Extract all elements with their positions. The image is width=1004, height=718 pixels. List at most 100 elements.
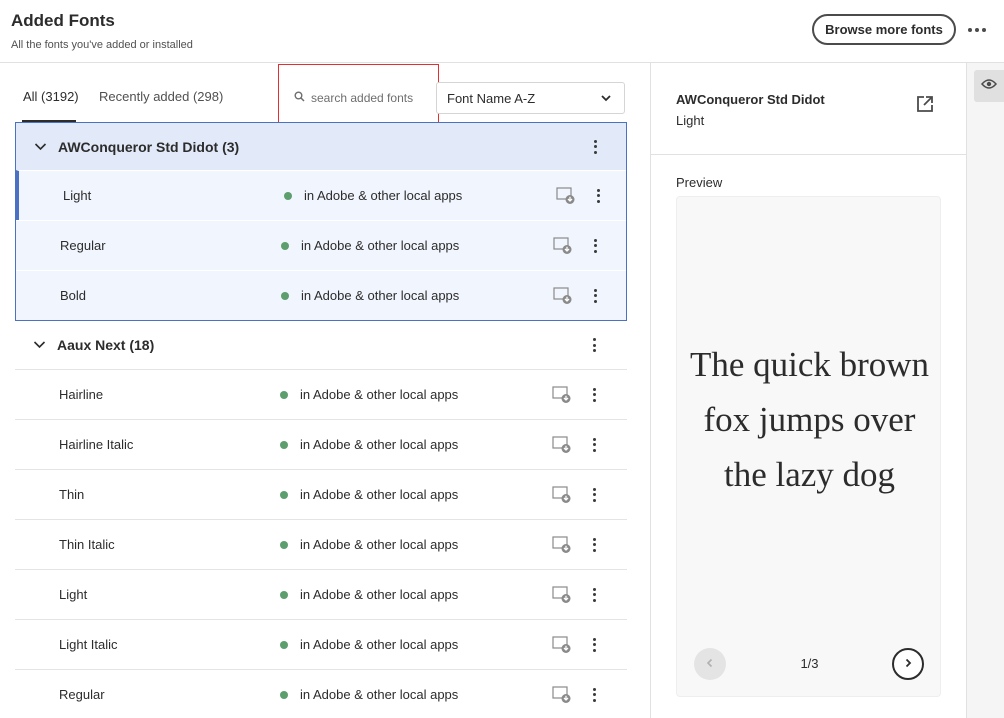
external-link-icon[interactable] (916, 95, 934, 118)
more-options-icon[interactable] (590, 138, 600, 156)
font-style-name: Thin (59, 487, 85, 502)
activate-font-icon[interactable] (556, 186, 576, 205)
font-style-name: Hairline Italic (59, 437, 134, 452)
activate-font-icon[interactable] (552, 685, 572, 704)
more-options-icon[interactable] (590, 237, 600, 255)
status-text: in Adobe & other local apps (300, 487, 459, 502)
next-button[interactable] (892, 648, 924, 680)
font-style-name: Light (59, 587, 88, 602)
font-style-row[interactable]: Hairline Italic in Adobe & other local ap… (15, 419, 627, 469)
font-style-row[interactable]: Light in Adobe & other local apps (15, 569, 627, 619)
font-style-name: Thin Italic (59, 537, 115, 552)
font-style-name: Regular (60, 238, 106, 253)
font-style-row[interactable]: Thin Italic in Adobe & other local apps (15, 519, 627, 569)
status-text: in Adobe & other local apps (300, 687, 459, 702)
status-dot (280, 590, 288, 599)
divider (651, 154, 966, 155)
preview-label: Preview (676, 175, 723, 190)
font-family-row[interactable]: Aaux Next (18) (15, 321, 627, 369)
selected-family-group: AWConqueror Std Didot (3) Light in Adobe &… (15, 122, 627, 321)
more-options-icon[interactable] (589, 386, 599, 404)
more-options-icon[interactable] (589, 686, 599, 704)
activate-font-icon[interactable] (553, 286, 573, 305)
font-family-name: Aaux Next (18) (57, 337, 155, 353)
family-group: Aaux Next (18) Hairline in Adobe & other l… (15, 321, 627, 718)
tab-recently-added[interactable]: Recently added (298) (99, 89, 223, 104)
more-options-icon[interactable] (589, 486, 599, 504)
status-dot (280, 690, 288, 699)
more-options-icon[interactable] (589, 336, 599, 354)
page-title: Added Fonts (11, 11, 115, 30)
chevron-down-icon (600, 92, 612, 107)
preview-text: The quick brown fox jumps over the lazy … (689, 345, 930, 494)
more-options-icon[interactable] (589, 536, 599, 554)
more-options-icon[interactable] (590, 287, 600, 305)
status-dot (281, 241, 289, 250)
detail-panel: AWConqueror Std Didot Light Preview The … (651, 63, 966, 718)
activate-font-icon[interactable] (552, 635, 572, 654)
status-dot (280, 390, 288, 399)
font-family-row[interactable]: AWConqueror Std Didot (3) (16, 123, 626, 170)
font-list: AWConqueror Std Didot (3) Light in Adobe &… (15, 122, 627, 718)
page-subtitle: All the fonts you've added or installed (11, 39, 193, 51)
header: Added Fonts All the fonts you've added o… (0, 0, 1004, 63)
status-dot (281, 291, 289, 300)
status-dot (280, 540, 288, 549)
status-text: in Adobe & other local apps (301, 238, 460, 253)
font-style-name: Light (63, 188, 92, 203)
sort-value: Font Name A-Z (447, 90, 536, 106)
status-dot (280, 640, 288, 649)
previous-button[interactable] (694, 648, 726, 680)
chevron-right-icon (903, 655, 913, 673)
status-text: in Adobe & other local apps (300, 387, 459, 402)
font-style-name: Bold (60, 288, 87, 303)
status-dot (280, 490, 288, 499)
status-text: in Adobe & other local apps (300, 437, 459, 452)
preview-toggle-button[interactable] (974, 70, 1004, 102)
activate-font-icon[interactable] (552, 485, 572, 504)
status-text: in Adobe & other local apps (304, 188, 463, 203)
more-options-icon[interactable] (589, 636, 599, 654)
sort-dropdown[interactable]: Font Name A-Z (436, 82, 625, 114)
activate-font-icon[interactable] (552, 585, 572, 604)
eye-icon (981, 77, 997, 95)
more-options-icon[interactable] (589, 586, 599, 604)
activate-font-icon[interactable] (553, 236, 573, 255)
font-style-name: Light Italic (59, 637, 118, 652)
font-style-row[interactable]: Hairline in Adobe & other local apps (15, 369, 627, 419)
status-text: in Adobe & other local apps (300, 537, 459, 552)
chevron-down-icon[interactable] (34, 140, 47, 158)
font-style-row[interactable]: Thin in Adobe & other local apps (15, 469, 627, 519)
search-placeholder: search added fonts (311, 91, 414, 105)
font-style-name: Regular (59, 687, 105, 702)
chevron-left-icon (705, 655, 715, 673)
tab-all[interactable]: All (3192) (23, 89, 79, 104)
activate-font-icon[interactable] (552, 435, 572, 454)
preview-card: The quick brown fox jumps over the lazy … (676, 196, 941, 697)
pager: 1/3 (800, 656, 819, 671)
status-dot (280, 440, 288, 449)
activate-font-icon[interactable] (552, 385, 572, 404)
font-style-row[interactable]: Light Italic in Adobe & other local apps (15, 619, 627, 669)
status-text: in Adobe & other local apps (300, 637, 459, 652)
font-style-row[interactable]: Regular in Adobe & other local apps (16, 220, 626, 270)
more-options-icon[interactable] (966, 21, 988, 39)
font-style-name: Hairline (59, 387, 104, 402)
status-text: in Adobe & other local apps (300, 587, 459, 602)
status-text: in Adobe & other local apps (301, 288, 460, 303)
detail-font-name: AWConqueror Std Didot (676, 92, 825, 107)
right-rail (967, 63, 1004, 718)
font-family-name: AWConqueror Std Didot (3) (58, 138, 240, 155)
detail-font-style: Light (676, 113, 705, 128)
font-style-row[interactable]: Regular in Adobe & other local apps (15, 669, 627, 718)
browse-more-fonts-button[interactable]: Browse more fonts (812, 14, 956, 45)
font-style-row[interactable]: Bold in Adobe & other local apps (16, 270, 626, 320)
search-input[interactable]: search added fonts (294, 87, 434, 109)
search-icon (294, 91, 305, 105)
status-dot (284, 191, 292, 200)
more-options-icon[interactable] (589, 436, 599, 454)
activate-font-icon[interactable] (552, 535, 572, 554)
more-options-icon[interactable] (593, 187, 603, 205)
chevron-down-icon[interactable] (33, 338, 46, 356)
font-style-row[interactable]: Light in Adobe & other local apps (16, 170, 626, 220)
